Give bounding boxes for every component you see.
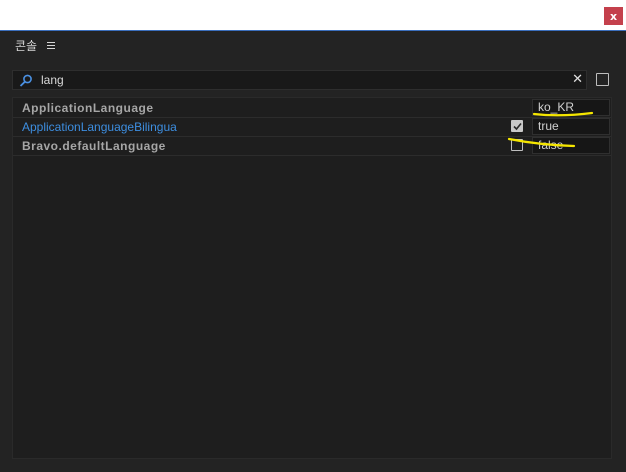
property-checkbox-checked[interactable] — [511, 120, 523, 132]
window-close-button[interactable]: x — [604, 7, 623, 25]
hamburger-menu-icon[interactable] — [47, 42, 56, 49]
property-value-field[interactable]: true — [532, 118, 610, 135]
property-name: ApplicationLanguage — [22, 101, 154, 115]
panel-header: 콘솔 — [15, 37, 56, 54]
property-checkbox-unchecked[interactable] — [511, 139, 523, 151]
property-name: Bravo.defaultLanguage — [22, 139, 166, 153]
search-box[interactable]: ✕ — [12, 70, 587, 90]
console-panel: 콘솔 ✕ ApplicationLanguage ko_KR Applicati… — [0, 30, 626, 472]
property-value-field[interactable]: ko_KR — [532, 99, 610, 116]
property-name[interactable]: ApplicationLanguageBilingual — [22, 120, 177, 134]
filter-checkbox[interactable] — [596, 73, 609, 86]
list-item[interactable]: ApplicationLanguageBilingual true — [13, 117, 611, 137]
property-list: ApplicationLanguage ko_KR ApplicationLan… — [12, 97, 612, 459]
search-input[interactable] — [41, 72, 541, 88]
search-icon — [19, 74, 33, 92]
list-item[interactable]: ApplicationLanguage ko_KR — [13, 98, 611, 118]
checkmark-icon — [513, 122, 522, 131]
list-item[interactable]: Bravo.defaultLanguage false — [13, 136, 611, 156]
clear-search-icon[interactable]: ✕ — [572, 72, 583, 87]
property-value-field[interactable]: false — [532, 137, 610, 154]
panel-title: 콘솔 — [15, 39, 38, 53]
